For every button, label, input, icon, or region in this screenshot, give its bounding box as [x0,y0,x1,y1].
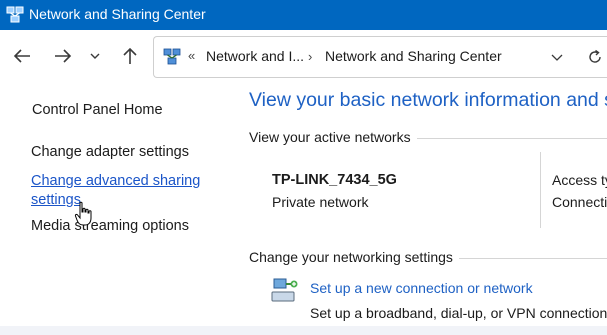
breadcrumb-overflow[interactable]: « [188,48,195,63]
new-connection-icon[interactable] [270,275,300,305]
active-networks-heading: View your active networks [249,129,417,145]
title-bar: Network and Sharing Center [0,0,607,30]
network-type: Private network [272,194,369,210]
breadcrumb-network-sharing-center[interactable]: Network and Sharing Center [325,48,502,64]
chevron-down-icon[interactable] [549,49,565,65]
page-heading: View your basic network information and … [249,89,607,111]
arrow-up-icon[interactable] [118,44,142,68]
sidebar-item-media-streaming-options[interactable]: Media streaming options [31,218,189,234]
sidebar-item-change-adapter-settings[interactable]: Change adapter settings [31,144,189,160]
set-up-new-connection-link[interactable]: Set up a new connection or network [310,280,533,296]
arrow-left-icon[interactable] [10,44,34,68]
divider [450,258,607,259]
navigation-bar: « Network and I... › Network and Sharing… [0,30,607,82]
divider [540,152,541,228]
arrow-right-icon[interactable] [51,44,75,68]
network-location-icon [163,48,181,66]
divider [405,138,607,139]
connections-label: Connectio [552,194,607,210]
refresh-icon[interactable] [586,48,604,66]
address-bar[interactable]: « Network and I... › Network and Sharing… [153,36,607,78]
network-name: TP-LINK_7434_5G [272,172,397,188]
sidebar-item-control-panel-home[interactable]: Control Panel Home [32,102,163,118]
set-up-new-connection-description: Set up a broadband, dial-up, or VPN conn… [310,305,607,321]
change-settings-heading: Change your networking settings [249,249,459,265]
hand-cursor-icon [74,201,96,227]
breadcrumb-network-and-internet[interactable]: Network and I... [206,48,304,64]
window-title: Network and Sharing Center [29,6,206,22]
breadcrumb-separator[interactable]: › [308,49,312,64]
sidebar-item-change-advanced-sharing-settings[interactable]: Change advanced sharing settings [31,172,201,210]
chevron-down-icon[interactable] [88,44,102,68]
access-type-label: Access ty [552,172,607,188]
window-bottom-edge [0,326,607,335]
network-sharing-icon [6,6,24,24]
